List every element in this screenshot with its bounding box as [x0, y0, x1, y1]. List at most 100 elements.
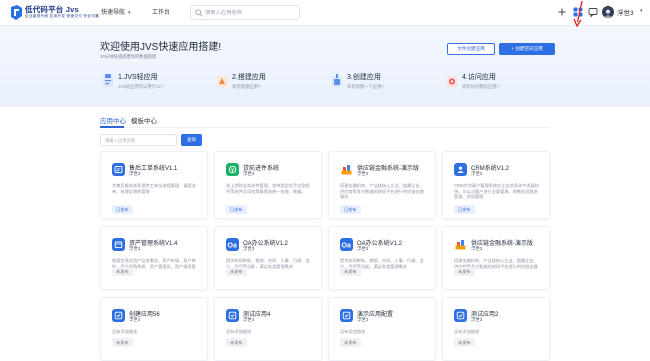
loan-icon	[226, 163, 239, 176]
app-card[interactable]: 创建应用56 浮世3 没有添加描述 未发布	[100, 297, 208, 361]
app-search-input[interactable]	[105, 136, 175, 145]
user-menu-chevron-icon[interactable]: ▾	[640, 8, 643, 14]
app-card[interactable]: 测试应用4 浮世3 没有添加描述 未发布	[214, 297, 322, 361]
step-3[interactable]: 3.创建应用 如何创建一个应用?	[330, 71, 440, 93]
message-icon[interactable]	[587, 6, 599, 18]
search-icon	[195, 9, 203, 17]
app-card-owner: 浮世3	[471, 246, 483, 251]
supply-chain-icon	[454, 238, 467, 251]
app-icon	[340, 309, 353, 322]
oa-icon: Oa	[340, 238, 353, 251]
app-card[interactable]: CRM系统V1.2 浮世3 CRM作为客户管理系统在企业信息化中发展较快，可以对客户…	[442, 151, 550, 219]
app-card-owner: 浮世3	[471, 317, 483, 322]
workbench-link[interactable]: 工作台	[152, 7, 170, 16]
active-tab-indicator	[100, 126, 124, 128]
app-card-owner: 浮世3	[357, 317, 369, 322]
app-card-description: CRM作为客户管理系统在企业信息化中发展较快，可以对客户进行全面管理，销售机会跟…	[454, 183, 539, 200]
app-card-owner: 浮世3	[243, 317, 255, 322]
app-card[interactable]: 演示应用配置 浮世3 没有添加描述 未发布	[328, 297, 436, 361]
step-2[interactable]: 2.搭建应用 如何搭建应用?	[215, 71, 325, 93]
top-bar: 低代码平台 Jvs 企业级低代码 应用开发 快速交付 安全可靠 快速导航 ▾ 工作…	[0, 0, 650, 28]
app-card[interactable]: 资产管理系统V1.4浮世3根据信息化资产业务需求，资产申请、资产审批、资产采购系…	[100, 226, 208, 290]
global-search[interactable]	[190, 5, 300, 20]
logo[interactable]: 低代码平台 Jvs 企业级低代码 应用开发 快速交付 安全可靠	[10, 3, 99, 23]
step-2-title: 2.搭建应用	[232, 74, 266, 81]
avatar-image-icon	[602, 7, 614, 18]
quick-nav-dropdown[interactable]: 快速导航 ▾	[101, 7, 131, 16]
svg-text:Oa: Oa	[228, 243, 237, 250]
app-card[interactable]: 供应链金融系统-演示版浮世3搭建金融机构、产业链核心企业、链属企业、供应商等多方…	[442, 226, 550, 290]
status-badge: 已发布	[226, 205, 247, 214]
chevron-down-icon: ▾	[128, 10, 131, 16]
asset-icon	[112, 238, 125, 251]
app-card-owner: 浮世3	[243, 246, 255, 251]
app-card-description: 搭建金融机构、产业链核心企业、链属企业、供应商等多方数据的协同平台进行供应链金融…	[340, 183, 424, 200]
app-card-description: 没有添加描述	[112, 329, 138, 334]
ticket-icon	[112, 163, 125, 176]
global-search-input[interactable]	[205, 7, 297, 19]
svg-text:Oa: Oa	[342, 243, 351, 250]
app-card-owner: 浮世3	[129, 317, 141, 322]
main-content: 应用中心 模板中心 查询 售后工单系统V1.1浮世3为售后服务体系提供工单全流程…	[0, 107, 650, 361]
status-badge: 未发布	[340, 338, 361, 347]
app-icon	[226, 309, 239, 322]
app-card-owner: 浮世3	[357, 171, 369, 176]
app-card[interactable]: 贷前进件系统 浮世3 线上贷款业务进件管理，各种类型信手应答程序等进件及风险等级筛选…	[214, 151, 322, 219]
create-app-icon	[332, 74, 342, 87]
tab-app-center[interactable]: 应用中心	[100, 115, 126, 125]
app-card-owner: 浮世3	[129, 171, 141, 176]
step-3-desc: 如何创建一个应用?	[347, 84, 384, 89]
app-card[interactable]: Oa OA办公系统V1.2 浮世3 提供协同审批、报销、合同、人事、行政、会议、项目等…	[214, 226, 322, 290]
app-card[interactable]: 售后工单系统V1.1 浮世3 为售后服务体系提供工单全流程管理、调度派单、处理反馈的…	[100, 151, 208, 219]
app-card-owner: 浮世3	[129, 246, 141, 251]
step-1-title: 1.JVS轻应用	[118, 74, 158, 81]
step-4-title: 4.访问应用	[462, 74, 496, 81]
status-badge: 未发布	[226, 267, 247, 276]
create-blank-app-button[interactable]: + 创建空白应用	[499, 43, 555, 55]
crm-icon	[454, 163, 467, 176]
logo-subtitle: 企业级低代码 应用开发 快速交付 安全可靠	[25, 14, 99, 18]
query-button[interactable]: 查询	[181, 134, 202, 146]
app-card-owner: 浮世3	[243, 171, 255, 176]
app-card[interactable]: 供应链金融系统-演示版浮世3搭建金融机构、产业链核心企业、链属企业、供应商等多方…	[328, 151, 436, 219]
app-card-description: 没有添加描述	[454, 329, 480, 334]
banner-title: 欢迎使用JVS快速应用搭建!	[100, 42, 222, 53]
user-name[interactable]: 浮世3	[617, 7, 634, 17]
status-badge: 未发布	[454, 267, 475, 276]
status-badge: 未发布	[340, 267, 361, 276]
welcome-banner: 欢迎使用JVS快速应用搭建! 10分钟快速搭建你的数据管理 文件创建应用 + 创…	[0, 27, 650, 107]
status-badge: 未发布	[454, 338, 475, 347]
app-card-description: 没有添加描述	[226, 329, 252, 334]
visit-app-icon	[447, 76, 457, 87]
step-1-desc: JVS轻应用可以用什么?	[118, 84, 163, 89]
app-search[interactable]	[100, 134, 177, 146]
app-card[interactable]: Oa OA办公系统V1.2 浮世3 提供协同审批、报销、合同、人事、行政、会议、项目等…	[328, 226, 436, 290]
tabs-divider	[100, 127, 550, 128]
app-card[interactable]: 测试应用2 浮世3 没有添加描述 未发布	[442, 297, 550, 361]
step-2-desc: 如何搭建应用?	[232, 84, 261, 89]
logo-mark-icon	[11, 5, 22, 20]
status-badge: 未发布	[112, 267, 133, 276]
app-card-description: 没有添加描述	[340, 329, 366, 334]
status-badge: 未发布	[226, 338, 247, 347]
step-4[interactable]: 4.访问应用 如何访问我的应用?	[445, 71, 555, 93]
app-icon	[454, 309, 467, 322]
app-card-owner: 浮世3	[357, 246, 369, 251]
plus-icon[interactable]	[556, 6, 568, 18]
quick-nav-label: 快速导航	[101, 10, 126, 16]
app-card-description: 为售后服务体系提供工单全流程管理、调度派单、处理反馈的管理	[112, 183, 196, 194]
app-card-owner: 浮世3	[471, 171, 483, 176]
status-badge: 已发布	[112, 205, 133, 214]
avatar[interactable]	[602, 6, 614, 18]
step-3-title: 3.创建应用	[347, 74, 381, 81]
step-4-desc: 如何访问我的应用?	[462, 84, 499, 89]
status-badge: 未发布	[112, 338, 133, 347]
step-1[interactable]: 1.JVS轻应用 JVS轻应用可以用什么?	[101, 71, 211, 93]
status-badge: 已发布	[454, 205, 475, 214]
app-card-description: 线上贷款业务进件管理，各种类型信手应答程序等进件及风险等级筛选统一处理、数据。	[226, 183, 310, 194]
create-from-file-button[interactable]: 文件创建应用	[447, 43, 495, 55]
banner-subtitle: 10分钟快速搭建你的数据管理	[100, 54, 157, 59]
build-app-icon	[217, 76, 227, 87]
apps-grid-icon[interactable]	[572, 6, 584, 18]
tab-template-center[interactable]: 模板中心	[131, 115, 157, 125]
